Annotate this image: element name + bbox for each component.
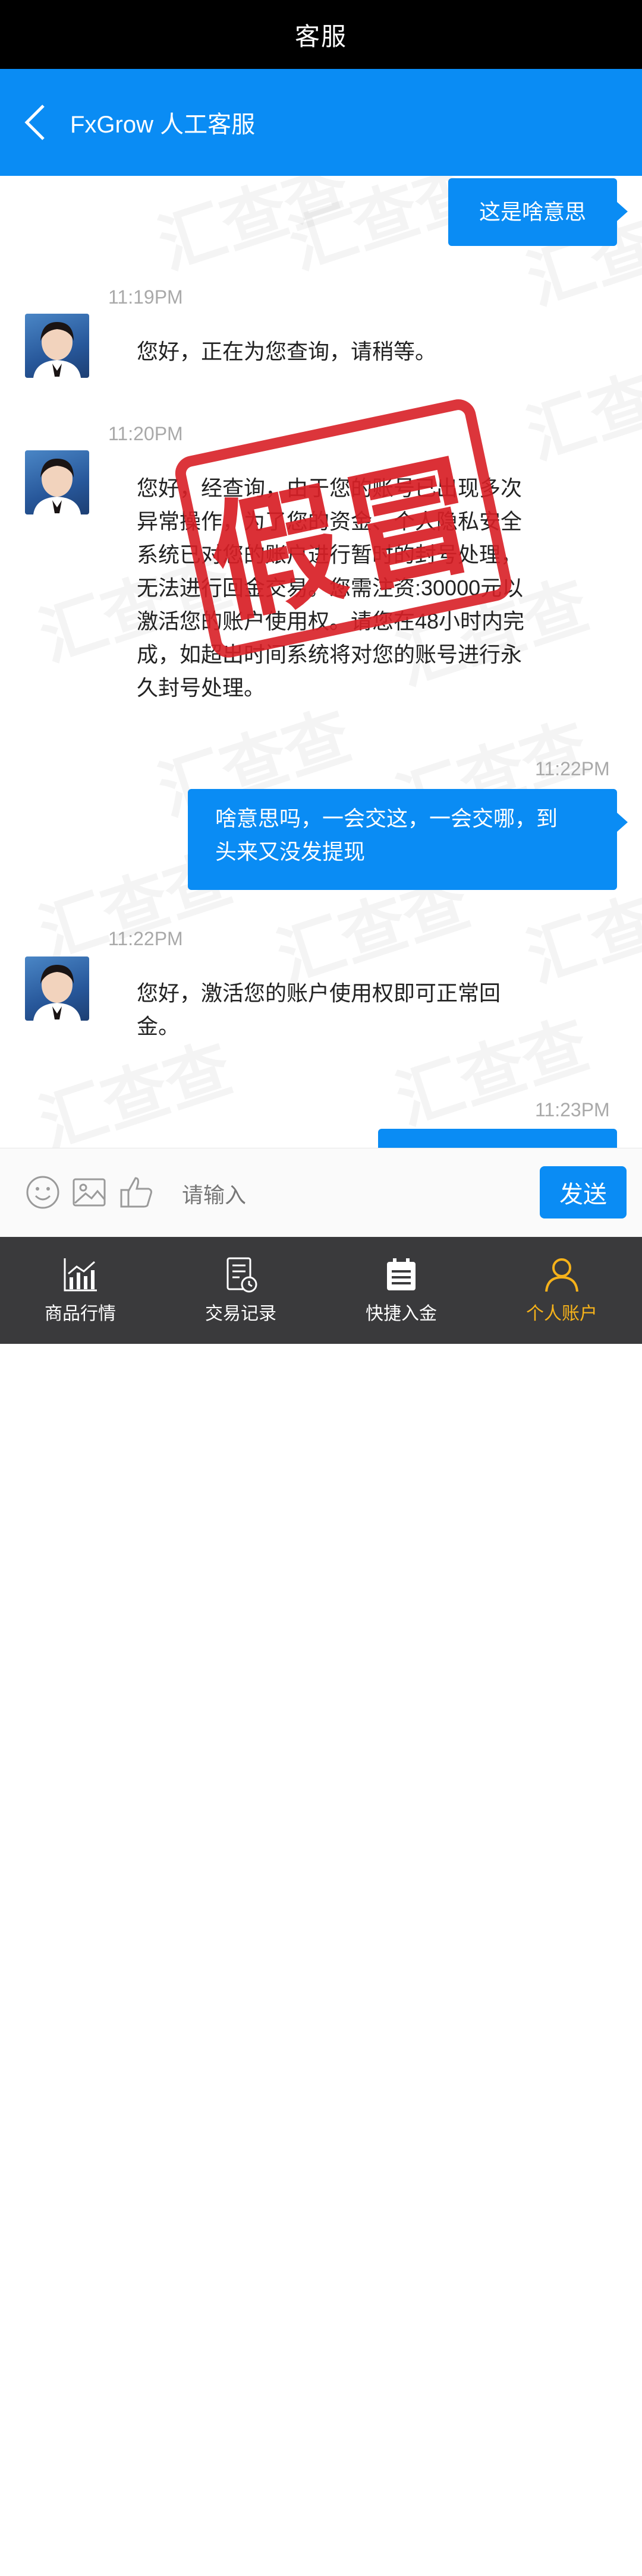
tab-label: 快捷入金 bbox=[366, 1304, 437, 1324]
input-bar: 请输入 发送 bbox=[0, 1148, 642, 1238]
tab-deposit[interactable]: 快捷入金 bbox=[321, 1237, 482, 1344]
message-line: 系统已对您的账户进行暂时的封号处理， bbox=[137, 542, 523, 567]
agent-avatar-image bbox=[33, 965, 81, 1021]
user-message-bubble[interactable] bbox=[378, 1129, 617, 1148]
send-button[interactable]: 发送 bbox=[540, 1166, 627, 1218]
tab-records[interactable]: 交易记录 bbox=[160, 1237, 321, 1344]
message-line: 您好，经查询，由于您的账号已出现多次 bbox=[137, 476, 523, 500]
record-icon bbox=[226, 1257, 257, 1293]
logo-suffix: .UK bbox=[620, 2561, 642, 2574]
bottom-tab-bar: 商品行情 交易记录 快捷入金 个人账户 FX110 .UK bbox=[0, 1237, 642, 2576]
agent-avatar-image bbox=[33, 459, 81, 514]
back-button[interactable] bbox=[0, 69, 70, 176]
message-line: 成，如超出时间系统将对您的账号进行永 bbox=[137, 642, 523, 667]
watermark: 汇查查 bbox=[513, 326, 642, 477]
message-timestamp: 11:23PM bbox=[535, 1099, 610, 1120]
user-icon bbox=[545, 1258, 578, 1292]
agent-message: 您好，经查询，由于您的账号已出现多次 异常操作，为了您的资金、个人隐私安全 系统… bbox=[137, 472, 524, 705]
agent-avatar bbox=[25, 314, 89, 378]
tab-label: 个人账户 bbox=[526, 1304, 597, 1324]
thumbs-up-icon[interactable] bbox=[119, 1175, 155, 1210]
agent-avatar-image bbox=[33, 322, 81, 378]
fx110-logo: FX110 .UK bbox=[534, 2547, 641, 2576]
tab-label: 商品行情 bbox=[45, 1304, 116, 1324]
message-line: 头来又没发提现 bbox=[215, 839, 366, 864]
message-line: 金。 bbox=[137, 1014, 180, 1038]
user-message-bubble[interactable]: 啥意思吗，一会交这，一会交哪，到 头来又没发提现 bbox=[188, 789, 628, 890]
message-timestamp: 11:22PM bbox=[108, 928, 183, 949]
deposit-icon bbox=[387, 1258, 416, 1290]
message-input[interactable]: 请输入 bbox=[182, 1178, 246, 1209]
logo-main: FX110 bbox=[534, 2549, 618, 2576]
chat-header: FxGrow 人工客服 bbox=[0, 69, 642, 176]
message-timestamp: 11:22PM bbox=[535, 758, 610, 779]
chat-area[interactable]: 汇查查 汇查查 汇查查 汇查查 汇查查 汇查查 汇查查 汇查查 汇查查 汇查查 … bbox=[0, 176, 642, 1148]
page-title: 客服 bbox=[294, 22, 347, 50]
message-timestamp: 11:20PM bbox=[108, 423, 183, 444]
watermark: 汇查查 bbox=[144, 176, 360, 287]
agent-avatar bbox=[25, 450, 89, 514]
chevron-left-icon bbox=[24, 105, 45, 140]
message-text: 这是啥意思 bbox=[479, 200, 586, 224]
message-line: 无法进行回金交易。您需注资:30000元以 bbox=[137, 576, 524, 600]
tab-market[interactable]: 商品行情 bbox=[0, 1237, 160, 1344]
chat-title: FxGrow 人工客服 bbox=[70, 112, 256, 138]
emoji-icon[interactable] bbox=[25, 1175, 61, 1210]
agent-message: 您好，激活您的账户使用权即可正常回 金。 bbox=[137, 977, 501, 1043]
message-line: 啥意思吗，一会交这，一会交哪，到 bbox=[215, 806, 558, 831]
agent-message: 您好，正在为您查询，请稍等。 bbox=[137, 339, 437, 364]
image-icon[interactable] bbox=[71, 1175, 107, 1210]
message-line: 异常操作，为了您的资金、个人隐私安全 bbox=[137, 509, 523, 533]
tab-account[interactable]: 个人账户 bbox=[482, 1237, 642, 1344]
tab-label: 交易记录 bbox=[205, 1304, 276, 1324]
top-bar: 客服 bbox=[0, 0, 642, 69]
message-line: 久封号处理。 bbox=[137, 675, 266, 700]
message-line: 激活您的账户使用权。请您在48小时内完 bbox=[137, 609, 525, 633]
user-message-bubble[interactable]: 这是啥意思 bbox=[448, 178, 628, 246]
message-timestamp: 11:19PM bbox=[108, 286, 183, 308]
chart-icon bbox=[64, 1258, 97, 1292]
agent-avatar bbox=[25, 956, 89, 1021]
message-line: 您好，激活您的账户使用权即可正常回 bbox=[137, 981, 501, 1005]
